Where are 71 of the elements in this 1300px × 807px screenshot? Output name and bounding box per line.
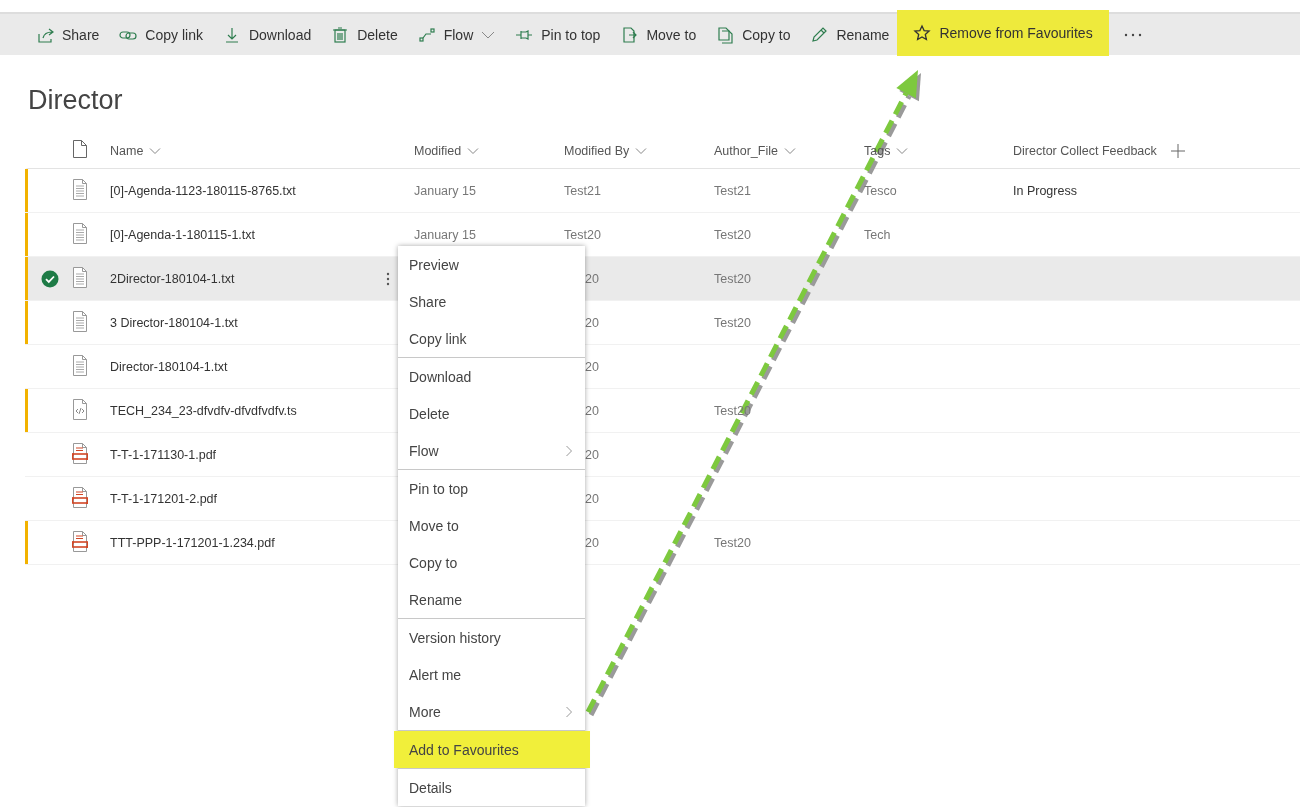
- file-name-link[interactable]: T-T-1-171201-2.pdf: [110, 491, 217, 506]
- move-icon: [620, 25, 639, 44]
- table-cell: Test21: [564, 183, 601, 198]
- table-cell: Test20: [714, 535, 751, 550]
- menu-item[interactable]: Flow: [398, 432, 585, 469]
- table-cell: 20: [585, 535, 599, 550]
- column-header[interactable]: Name: [110, 143, 144, 158]
- menu-item[interactable]: Add to Favourites: [394, 731, 590, 768]
- more-vertical-icon[interactable]: [386, 271, 390, 286]
- chevron-right-icon: [565, 705, 573, 718]
- file-name-link[interactable]: TECH_234_23-dfvdfv-dfvdfvdfv.ts: [110, 403, 297, 418]
- trash-icon: [331, 25, 350, 44]
- menu-item[interactable]: Copy link: [398, 320, 585, 357]
- menu-item[interactable]: Delete: [398, 395, 585, 432]
- table-cell: 20: [585, 447, 599, 462]
- toolbar-button[interactable]: Download: [212, 14, 322, 55]
- menu-item[interactable]: Pin to top: [398, 470, 585, 507]
- column-header[interactable]: Director Collect Feedback: [1013, 143, 1157, 158]
- chevron-right-icon: [565, 444, 573, 457]
- toolbar-button[interactable]: Remove from Favourites: [897, 9, 1109, 56]
- file-icon: [72, 139, 88, 159]
- file-name-link[interactable]: [0]-Agenda-1-180115-1.txt: [110, 227, 255, 242]
- table-cell: Test20: [564, 227, 601, 242]
- table-cell: Test20: [714, 315, 751, 330]
- table-cell: Test20: [714, 227, 751, 242]
- column-header[interactable]: Modified: [414, 143, 462, 158]
- menu-item[interactable]: Share: [398, 283, 585, 320]
- menu-item[interactable]: Details: [398, 769, 585, 806]
- column-header[interactable]: Modified By: [564, 143, 630, 158]
- table-cell: 20: [585, 315, 599, 330]
- table-cell: Tesco: [864, 183, 897, 198]
- toolbar-button[interactable]: Copy to: [706, 14, 801, 55]
- toolbar-button[interactable]: Rename: [800, 14, 900, 55]
- menu-item[interactable]: Version history: [398, 619, 585, 656]
- file-name-link[interactable]: [0]-Agenda-1123-180115-8765.txt: [110, 183, 296, 198]
- copy-icon: [716, 25, 735, 44]
- menu-item[interactable]: Alert me: [398, 656, 585, 693]
- menu-item[interactable]: Copy to: [398, 544, 585, 581]
- file-name-link[interactable]: 2Director-180104-1.txt: [110, 271, 235, 286]
- table-cell: 20: [585, 359, 599, 374]
- table-cell: In Progress: [1013, 183, 1077, 198]
- menu-item[interactable]: Download: [398, 358, 585, 395]
- pencil-icon: [810, 25, 829, 44]
- table-cell: 20: [585, 271, 599, 286]
- file-name-link[interactable]: Director-180104-1.txt: [110, 359, 228, 374]
- table-cell: Tech: [864, 227, 891, 242]
- table-cell: 20: [585, 491, 599, 506]
- menu-item[interactable]: Rename: [398, 581, 585, 618]
- table-cell: January 15: [414, 183, 476, 198]
- flow-icon: [417, 25, 436, 44]
- toolbar-button[interactable]: Delete: [321, 14, 408, 55]
- ellipsis-icon: [1122, 31, 1143, 38]
- toolbar-button[interactable]: Copy link: [109, 14, 213, 55]
- table-cell: Test21: [714, 183, 751, 198]
- file-name-link[interactable]: 3 Director-180104-1.txt: [110, 315, 238, 330]
- toolbar-button[interactable]: Flow: [407, 14, 506, 55]
- page-title: Director: [28, 84, 123, 117]
- file-name-link[interactable]: TTT-PPP-1-171201-1.234.pdf: [110, 535, 275, 550]
- toolbar-button[interactable]: Share: [26, 14, 110, 55]
- menu-item[interactable]: Move to: [398, 507, 585, 544]
- toolbar-button[interactable]: Move to: [610, 14, 707, 55]
- toolbar-button[interactable]: Pin to top: [505, 14, 611, 55]
- menu-item[interactable]: Preview: [398, 246, 585, 283]
- file-name-link[interactable]: T-T-1-171130-1.pdf: [110, 447, 217, 462]
- column-header[interactable]: Author_File: [714, 143, 778, 158]
- table-cell: Test20: [714, 271, 751, 286]
- menu-item[interactable]: More: [398, 693, 585, 730]
- table-cell: 20: [585, 403, 599, 418]
- star-icon: [913, 23, 932, 42]
- check-circle-icon[interactable]: [41, 269, 59, 288]
- table-cell: January 15: [414, 227, 476, 242]
